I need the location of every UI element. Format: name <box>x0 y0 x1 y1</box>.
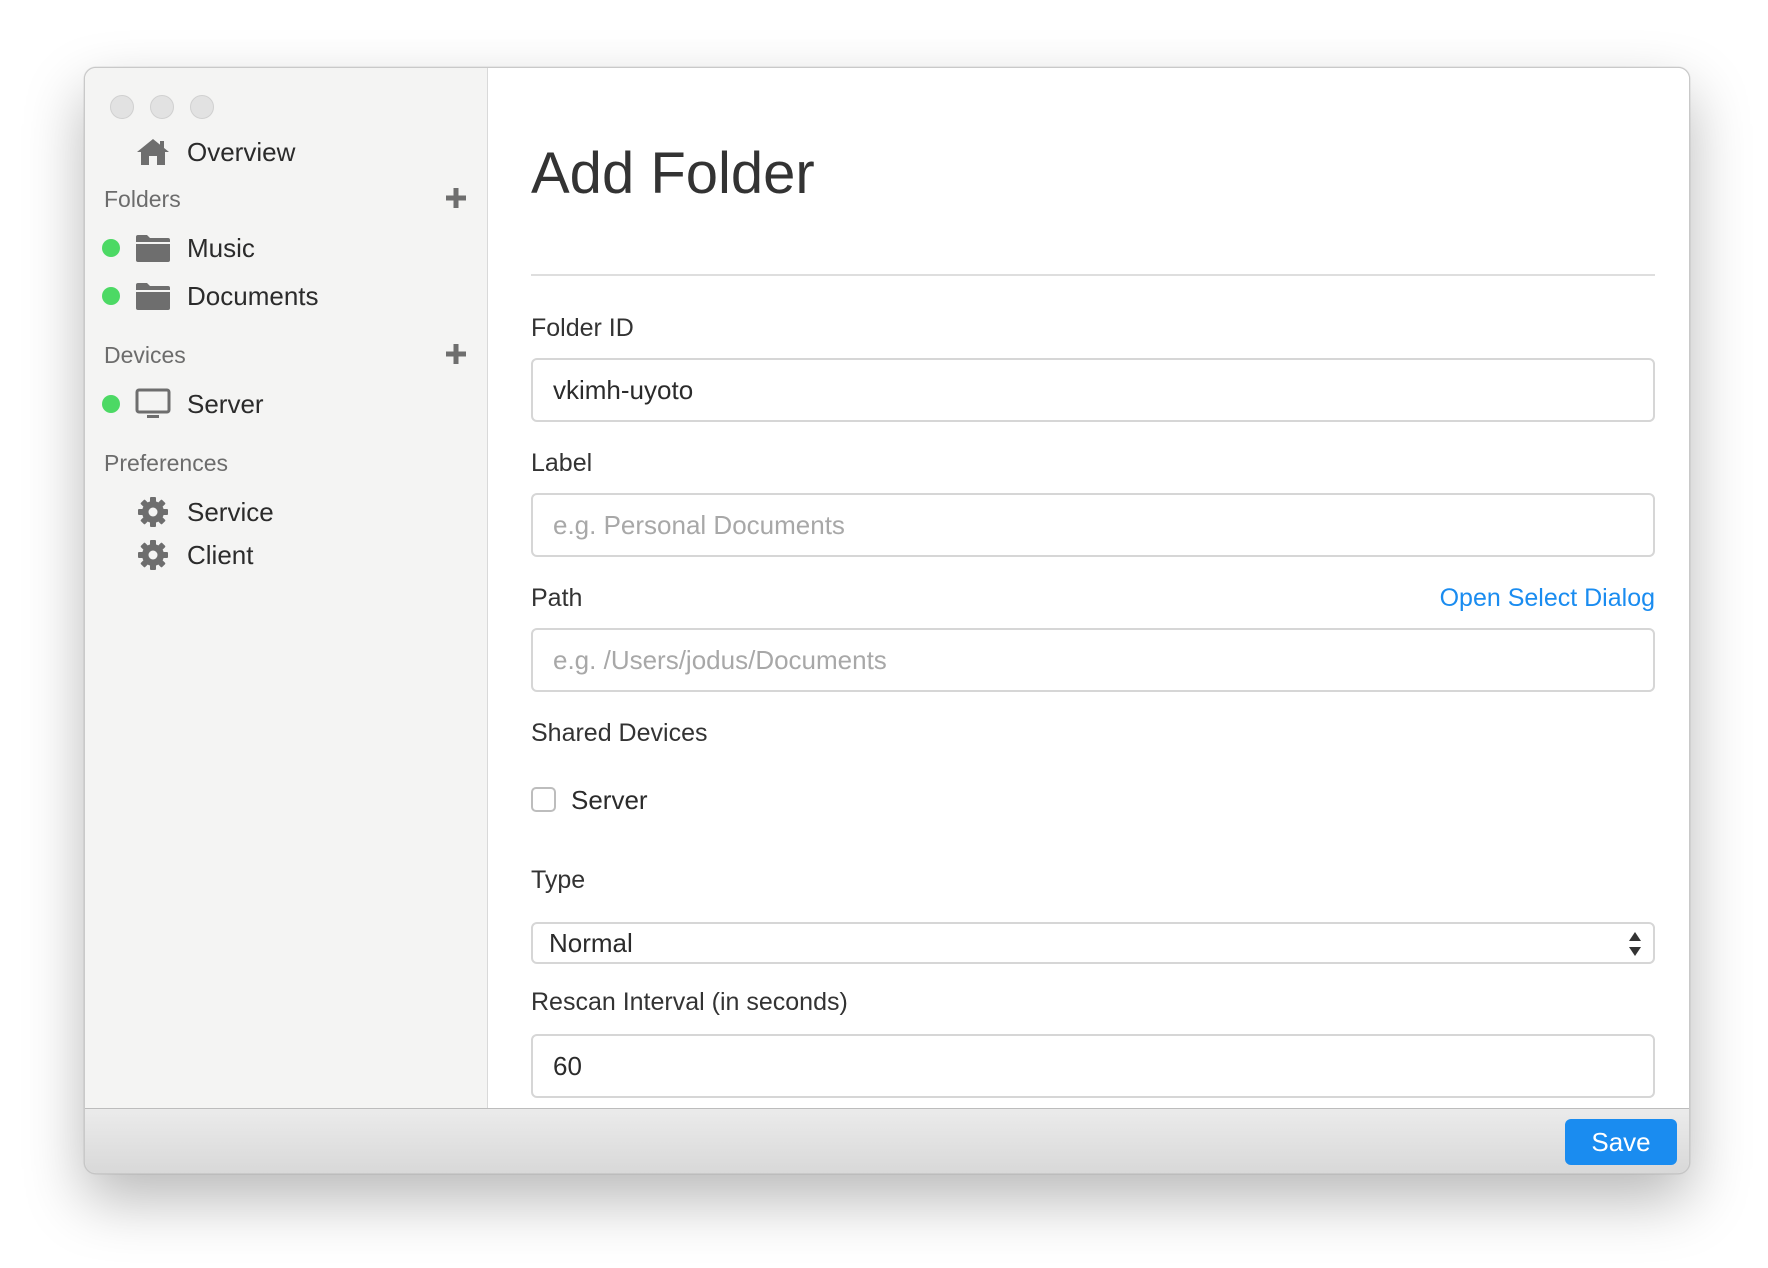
rescan-interval-label: Rescan Interval (in seconds) <box>531 988 848 1016</box>
sidebar-item-label: Service <box>187 497 274 527</box>
plus-icon <box>446 188 466 208</box>
shared-device-server-checkbox[interactable] <box>531 787 556 812</box>
status-online-indicator <box>102 239 120 257</box>
folder-icon <box>135 231 171 265</box>
sidebar-item-documents[interactable]: Documents <box>85 274 488 318</box>
home-icon <box>135 135 171 169</box>
divider <box>531 274 1655 276</box>
main-content: Add Folder Folder ID Label Path Open Sel… <box>488 68 1689 1108</box>
sidebar-item-label: Server <box>187 389 264 419</box>
devices-section-header: Devices <box>104 342 186 368</box>
folder-id-input[interactable] <box>531 358 1655 422</box>
sidebar-item-label: Client <box>187 540 254 570</box>
window-zoom-button[interactable] <box>190 95 214 119</box>
type-select[interactable]: Normal <box>531 922 1655 964</box>
type-select-value: Normal <box>549 928 633 958</box>
save-button[interactable]: Save <box>1565 1119 1677 1165</box>
sidebar-item-music[interactable]: Music <box>85 226 488 270</box>
add-folder-button[interactable] <box>444 186 468 210</box>
sidebar-item-label: Documents <box>187 281 319 311</box>
shared-devices-label: Shared Devices <box>531 719 708 747</box>
sidebar-item-service[interactable]: Service <box>85 490 488 534</box>
type-label: Type <box>531 866 586 894</box>
rescan-interval-input[interactable] <box>531 1034 1655 1098</box>
select-arrows-icon <box>1627 930 1643 958</box>
app-window: Overview Folders Music Documents Devices… <box>84 67 1690 1174</box>
sidebar-item-client[interactable]: Client <box>85 533 488 577</box>
sidebar: Overview Folders Music Documents Devices… <box>85 68 488 1108</box>
folder-icon <box>135 279 171 313</box>
preferences-section-header: Preferences <box>104 450 229 476</box>
gear-icon <box>135 495 171 529</box>
sidebar-item-label: Music <box>187 233 255 263</box>
add-device-button[interactable] <box>444 342 468 366</box>
monitor-icon <box>135 387 171 421</box>
gear-icon <box>135 538 171 572</box>
window-close-button[interactable] <box>110 95 134 119</box>
folder-id-label: Folder ID <box>531 314 634 342</box>
sidebar-item-overview[interactable]: Overview <box>85 130 488 174</box>
page-title: Add Folder <box>531 141 815 206</box>
open-select-dialog-link[interactable]: Open Select Dialog <box>1440 584 1655 612</box>
status-online-indicator <box>102 395 120 413</box>
label-field-label: Label <box>531 449 593 477</box>
window-minimize-button[interactable] <box>150 95 174 119</box>
label-input[interactable] <box>531 493 1655 557</box>
footer-bar: Save <box>85 1108 1689 1173</box>
path-label: Path <box>531 584 583 612</box>
plus-icon <box>446 344 466 364</box>
status-online-indicator <box>102 287 120 305</box>
path-input[interactable] <box>531 628 1655 692</box>
sidebar-item-server[interactable]: Server <box>85 382 488 426</box>
checkbox-label: Server <box>571 785 648 815</box>
folders-section-header: Folders <box>104 186 181 212</box>
sidebar-item-label: Overview <box>187 137 296 167</box>
